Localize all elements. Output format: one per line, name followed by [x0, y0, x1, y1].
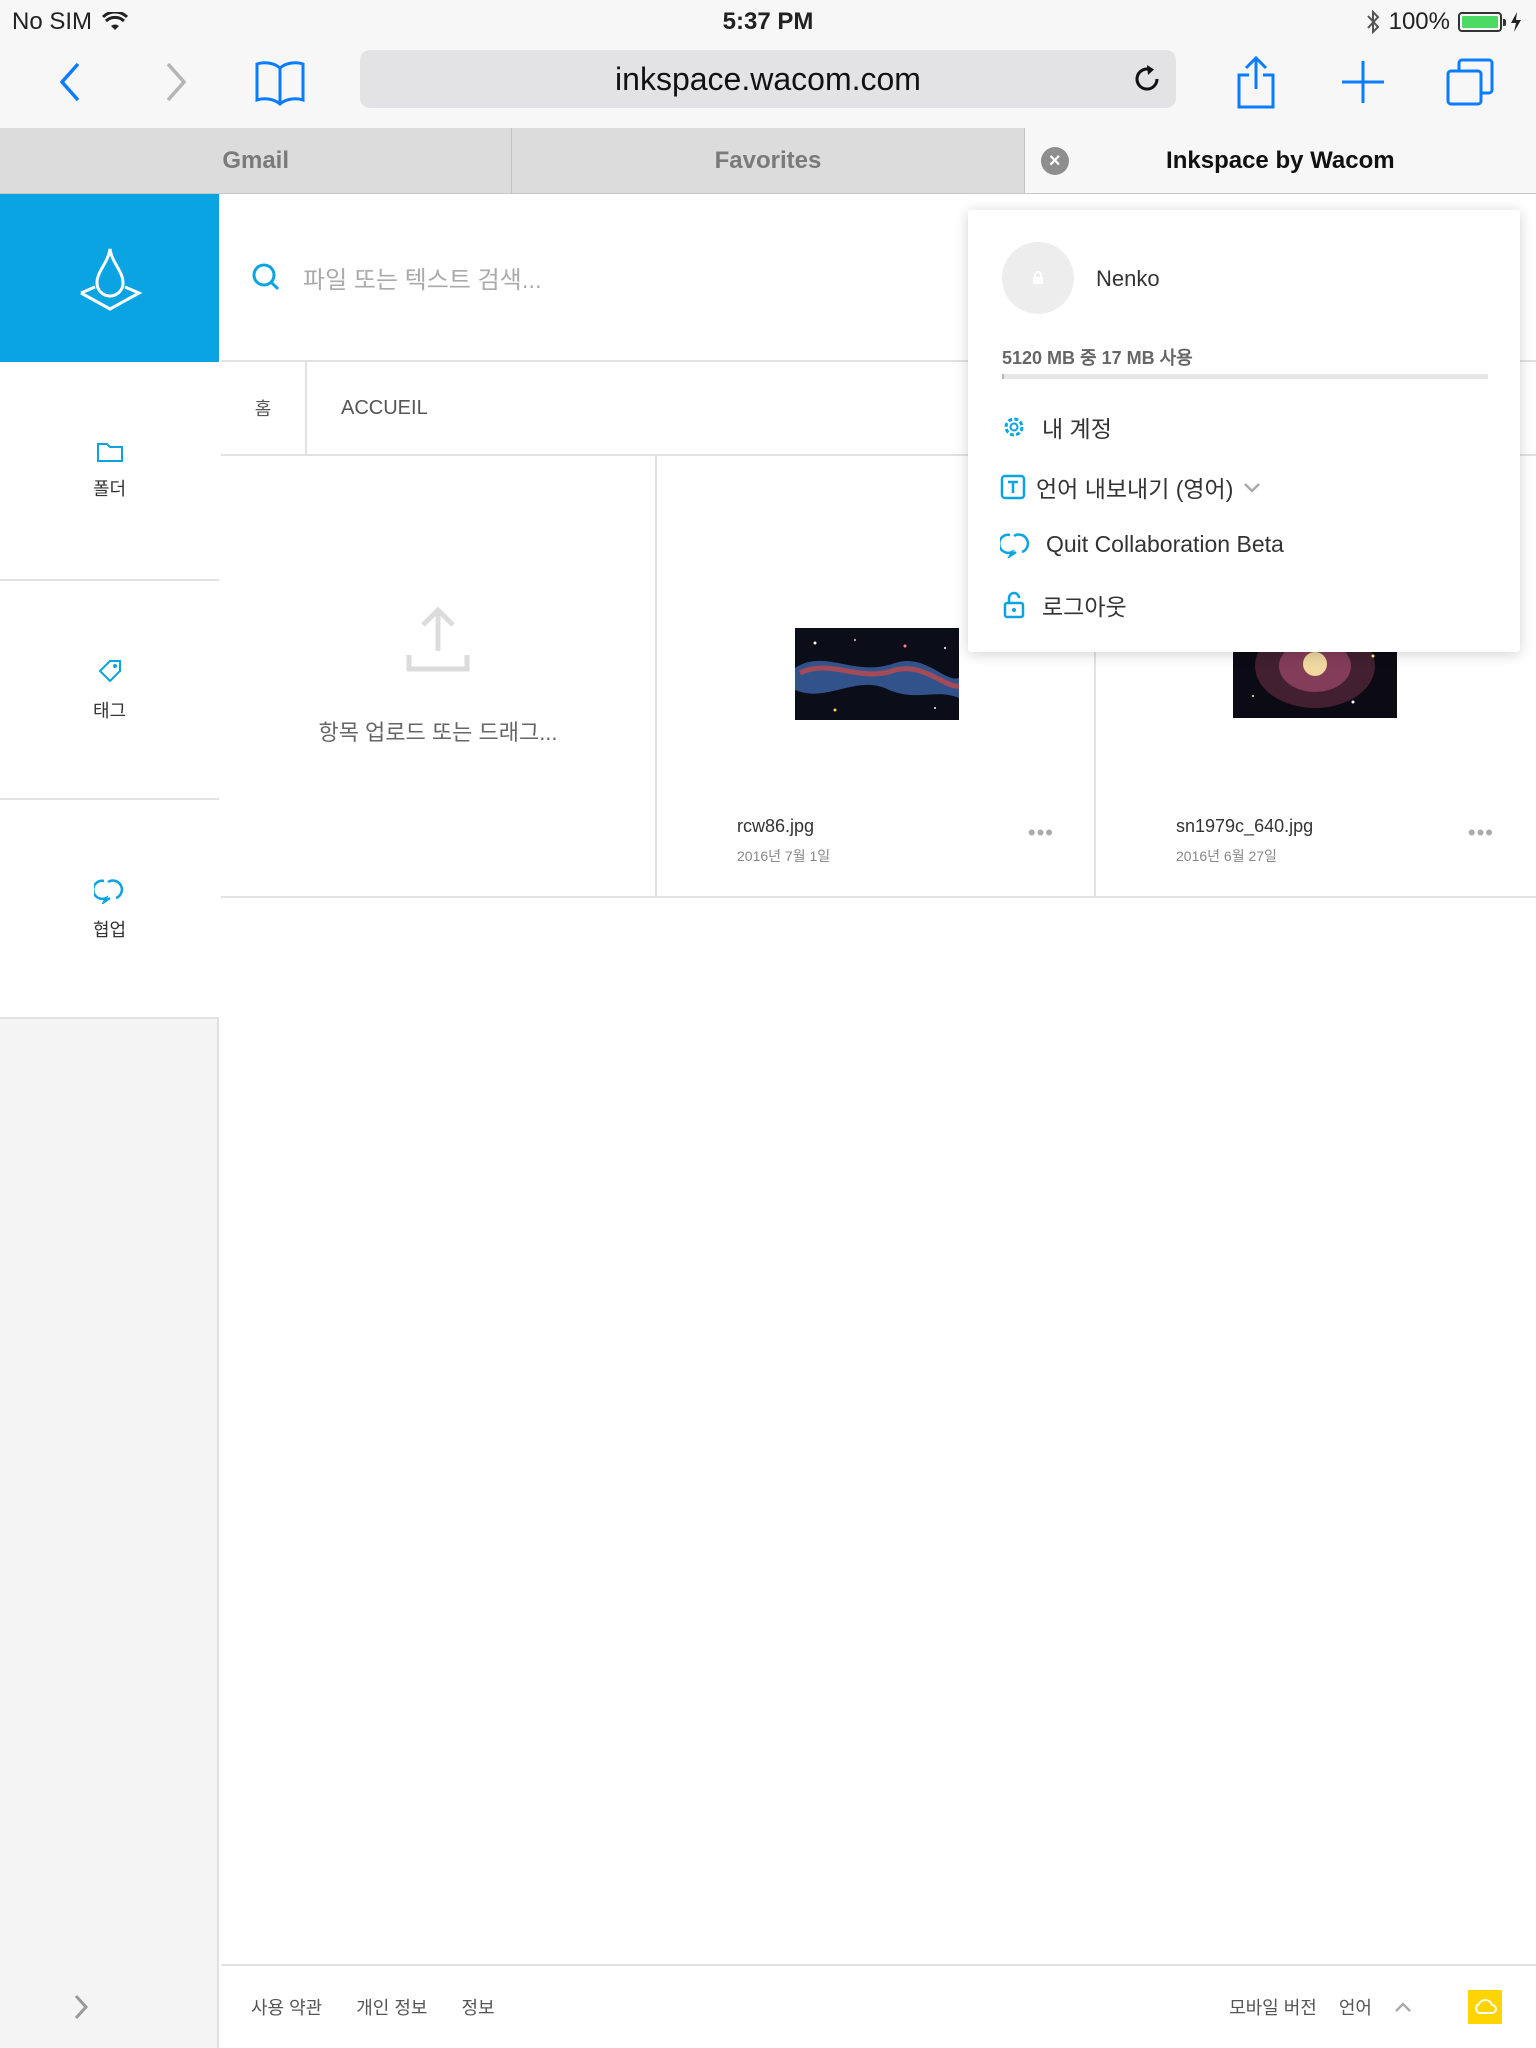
inkspace-logo[interactable]	[0, 194, 219, 362]
username: Nenko	[1096, 266, 1160, 291]
my-account-item[interactable]: 내 계정	[1000, 410, 1112, 444]
battery-percent: 100%	[1388, 8, 1450, 35]
sidebar-item-collaboration[interactable]: 협업	[0, 800, 219, 1019]
footer: 사용 약관 개인 정보 정보 모바일 버전 언어	[221, 1964, 1536, 2048]
file-date: 2016년 6월 27일	[1176, 848, 1277, 864]
clock: 5:37 PM	[722, 8, 814, 35]
folder-icon	[96, 442, 123, 462]
file-date: 2016년 7월 1일	[737, 848, 831, 864]
breadcrumb-home[interactable]: 홈	[221, 361, 307, 455]
quit-collaboration-item[interactable]: Quit Collaboration Beta	[1000, 530, 1284, 558]
tabs-overview-button[interactable]	[1440, 52, 1500, 112]
battery-icon	[1458, 12, 1506, 32]
tab-label: Favorites	[714, 146, 822, 174]
export-language-item[interactable]: 언어 내보내기 (영어)	[1000, 470, 1261, 504]
account-menu: Nenko 5120 MB 중 17 MB 사용 내 계정 언어 내보내기 (영…	[968, 210, 1520, 652]
forward-button[interactable]	[146, 52, 206, 112]
text-icon	[1000, 474, 1026, 500]
address-bar[interactable]: inkspace.wacom.com	[360, 50, 1176, 108]
breadcrumb-current: ACCUEIL	[341, 396, 428, 419]
upload-label: 항목 업로드 또는 드래그...	[318, 720, 558, 745]
mobile-version-link[interactable]: 모바일 버전	[1229, 1994, 1317, 2020]
book-icon	[255, 61, 305, 106]
chevron-up-icon[interactable]	[1394, 2001, 1412, 2013]
tag-icon	[98, 659, 121, 682]
user-icon	[1033, 271, 1043, 284]
file-name: sn1979c_640.jpg	[1176, 816, 1314, 836]
collaboration-icon	[93, 878, 123, 904]
tab-label: Inkspace by Wacom	[1166, 146, 1395, 174]
chevron-right-icon	[166, 62, 187, 102]
language-selector[interactable]: 언어	[1339, 1994, 1372, 2020]
chevron-left-icon	[59, 62, 80, 102]
status-bar: No SIM 5:37 PM 100%	[0, 0, 1536, 42]
bluetooth-icon	[1366, 10, 1379, 34]
info-link[interactable]: 정보	[462, 1994, 495, 2020]
tab-bar: Gmail Favorites × Inkspace by Wacom	[0, 128, 1536, 194]
reload-icon[interactable]	[1130, 62, 1164, 96]
logout-item[interactable]: 로그아웃	[1000, 588, 1127, 622]
bookmarks-button[interactable]	[250, 52, 310, 112]
more-options-icon[interactable]: •••	[1468, 820, 1494, 846]
charging-icon	[1511, 12, 1521, 32]
sidebar-item-label: 태그	[92, 700, 127, 721]
browser-toolbar: inkspace.wacom.com	[0, 42, 1536, 128]
new-tab-button[interactable]	[1333, 52, 1393, 112]
url-text: inkspace.wacom.com	[615, 60, 921, 97]
file-name: rcw86.jpg	[737, 816, 815, 836]
chevron-down-icon[interactable]	[1243, 481, 1261, 493]
terms-link[interactable]: 사용 약관	[251, 1994, 322, 2020]
sidebar: 폴더 태그 협업	[0, 194, 219, 2048]
menu-item-label: 로그아웃	[1042, 594, 1127, 620]
sidebar-item-tags[interactable]: 태그	[0, 581, 219, 800]
avatar[interactable]	[1002, 242, 1074, 314]
upload-icon	[406, 606, 470, 672]
tabs-icon	[1446, 58, 1494, 106]
expand-sidebar-icon[interactable]	[66, 1992, 96, 2022]
back-button[interactable]	[40, 52, 100, 112]
upload-dropzone[interactable]: 항목 업로드 또는 드래그...	[221, 456, 657, 896]
search-icon	[252, 263, 280, 291]
menu-item-label: 내 계정	[1042, 416, 1112, 442]
tab-gmail[interactable]: Gmail	[0, 128, 513, 193]
sidebar-item-folders[interactable]: 폴더	[0, 362, 219, 581]
ink-drop-icon	[79, 248, 142, 311]
menu-item-label: 언어 내보내기 (영어)	[1036, 476, 1234, 502]
cloud-icon[interactable]	[1468, 1990, 1502, 2024]
share-button[interactable]	[1226, 52, 1286, 112]
menu-item-label: Quit Collaboration Beta	[1046, 530, 1284, 557]
close-tab-icon[interactable]: ×	[1040, 147, 1069, 175]
share-icon	[1237, 55, 1275, 109]
nebula-thumbnail	[795, 628, 959, 720]
sidebar-item-label: 폴더	[92, 478, 127, 499]
gear-icon	[1004, 417, 1024, 437]
storage-usage-text: 5120 MB 중 17 MB 사용	[1002, 348, 1193, 368]
privacy-link[interactable]: 개인 정보	[356, 1994, 427, 2020]
sidebar-item-label: 협업	[92, 919, 127, 940]
unlock-icon	[1003, 591, 1025, 619]
storage-usage-bar	[1002, 374, 1488, 379]
plus-icon	[1342, 61, 1384, 103]
tab-label: Gmail	[222, 146, 290, 174]
collaboration-icon	[1000, 533, 1030, 558]
more-options-icon[interactable]: •••	[1028, 820, 1054, 846]
tab-inkspace[interactable]: × Inkspace by Wacom	[1024, 128, 1536, 193]
search-input[interactable]: 파일 또는 텍스트 검색...	[303, 260, 542, 295]
tab-favorites[interactable]: Favorites	[512, 128, 1025, 193]
